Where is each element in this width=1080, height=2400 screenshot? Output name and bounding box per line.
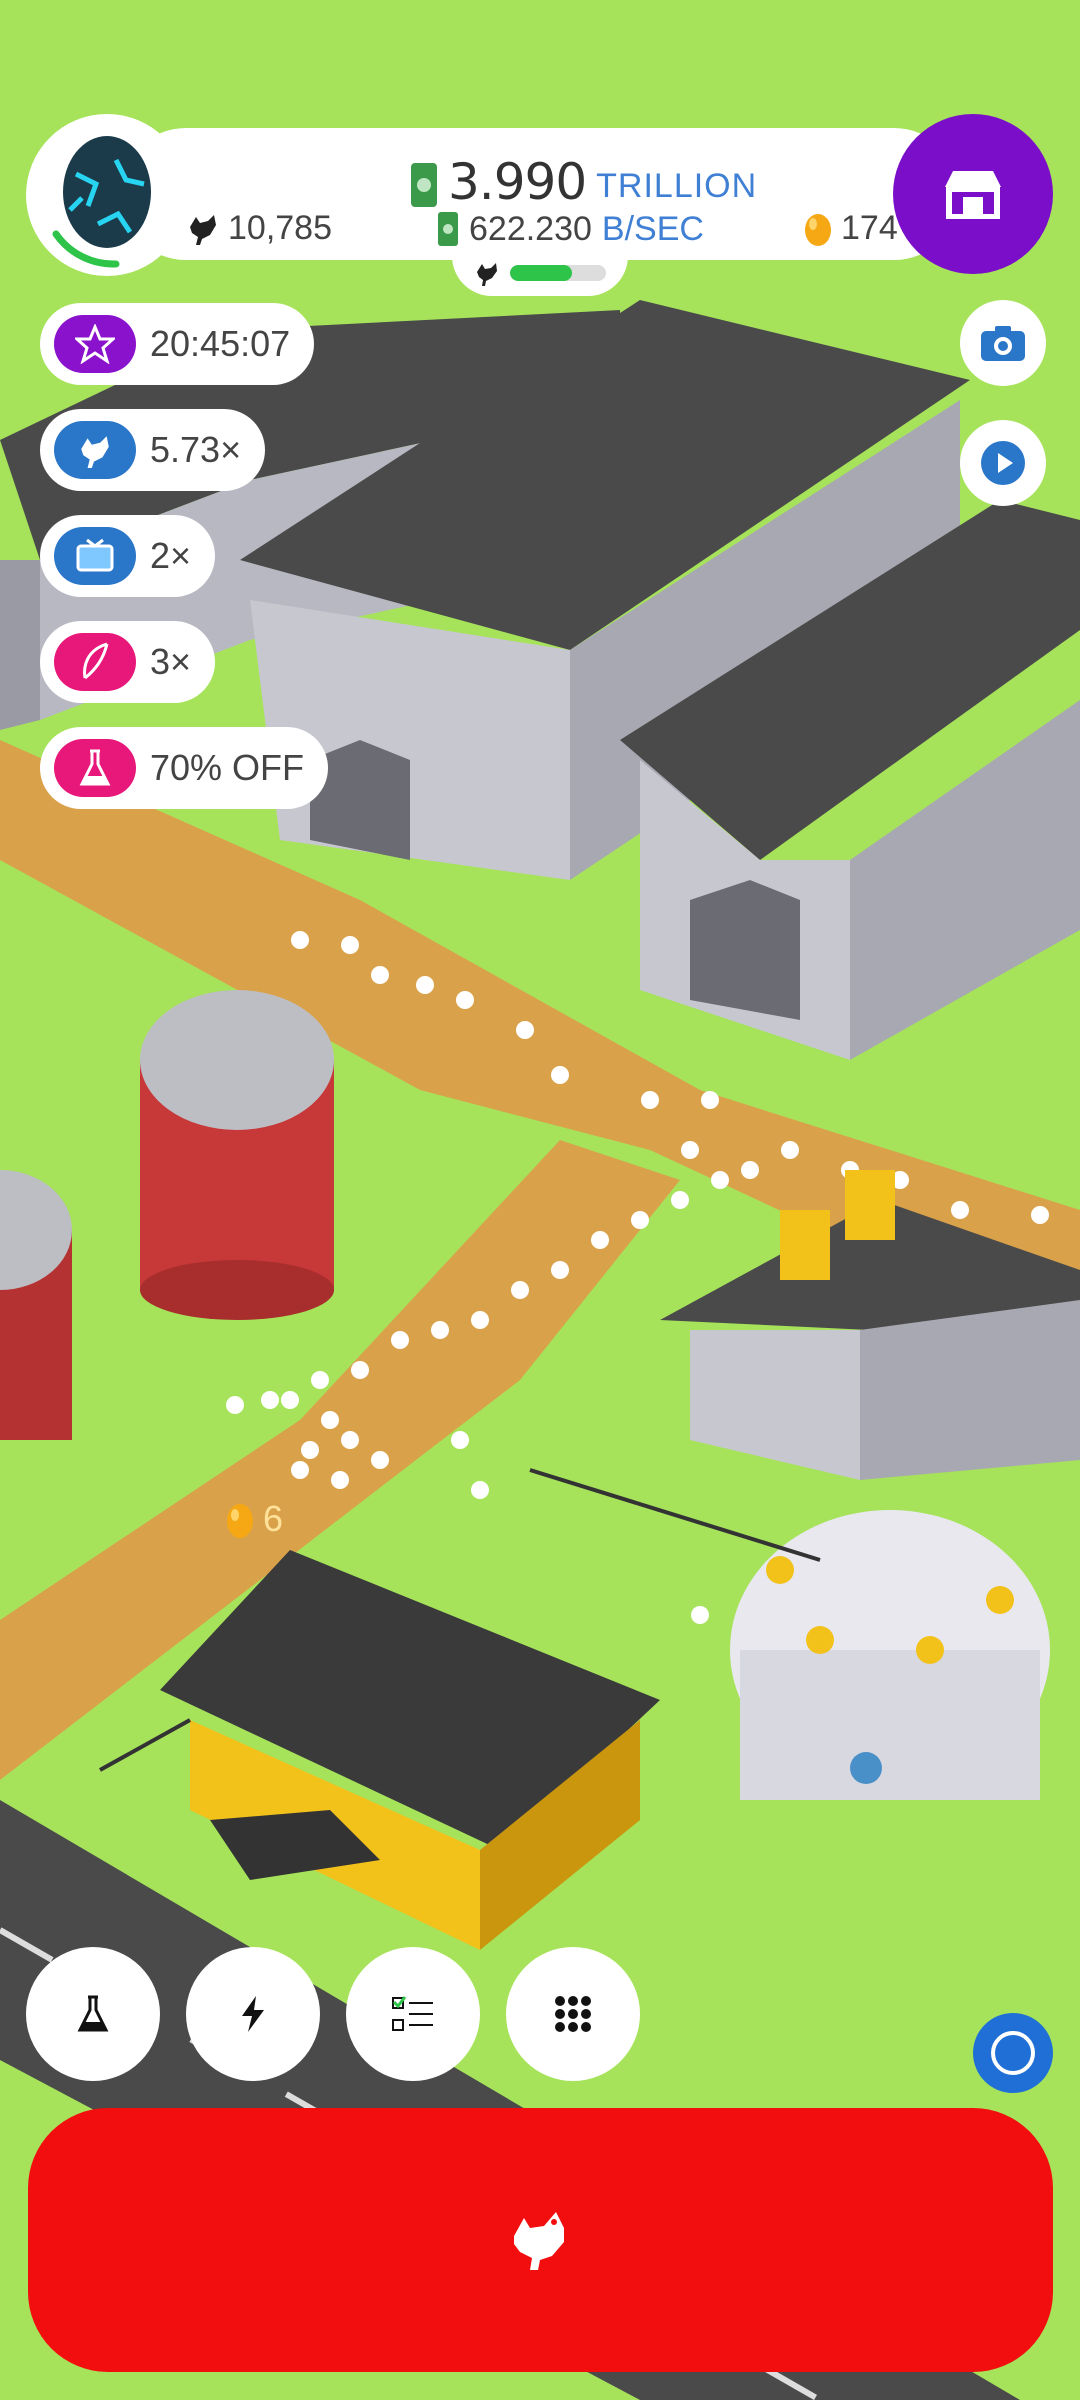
chicken-count: 10,785 — [186, 206, 332, 250]
yellow-house — [160, 1550, 660, 1950]
boost-video-multiplier[interactable]: 2× — [40, 515, 216, 597]
silo-left — [0, 1170, 72, 1440]
hatch-chicken-button[interactable] — [28, 2108, 1053, 2372]
boost-research-discount[interactable]: 70% OFF — [40, 727, 329, 809]
boost-video-multiplier-value: 2× — [150, 535, 192, 576]
hatchery-capacity-indicator — [452, 250, 628, 296]
play-icon — [981, 441, 1025, 485]
research-button[interactable] — [26, 1947, 160, 2081]
income-rate: 622.230 B/SEC — [437, 207, 704, 251]
star-icon — [54, 315, 136, 373]
chicken-icon — [54, 421, 136, 479]
money-value: 3.990 — [448, 153, 587, 211]
research-flask-icon — [77, 1995, 109, 2032]
boost-timer-value: 20:45:07 — [150, 323, 291, 364]
egg-icon — [52, 136, 151, 268]
income-rate-unit: B/SEC — [601, 209, 704, 248]
golden-egg-icon — [227, 1504, 253, 1538]
boost-timer[interactable]: 20:45:07 — [40, 303, 315, 385]
cash-icon — [438, 212, 458, 246]
golden-egg-icon — [805, 214, 831, 246]
cash-icon — [411, 163, 437, 207]
quill-icon — [54, 633, 136, 691]
money-display: 3.990 TRILLION — [410, 148, 757, 208]
camera-icon — [981, 326, 1025, 361]
boost-lightning-icon — [242, 1996, 264, 2032]
menu-grid-icon — [555, 1996, 591, 2032]
chicken-icon — [477, 263, 497, 286]
golden-egg-count-value: 174 — [841, 208, 898, 247]
shop-icon — [945, 171, 1001, 219]
assistant-bubble[interactable] — [973, 2013, 1053, 2093]
circle-icon — [991, 2031, 1035, 2075]
boost-quill-multiplier[interactable]: 3× — [40, 621, 216, 703]
chicken-icon — [513, 2212, 564, 2270]
floating-golden-egg[interactable]: 6 — [225, 1498, 283, 1540]
floating-golden-egg-value: 6 — [263, 1498, 284, 1539]
boost-research-discount-value: 70% OFF — [150, 747, 305, 788]
missions-button[interactable] — [346, 1947, 480, 2081]
money-unit: TRILLION — [596, 167, 758, 205]
boost-chicken-multiplier[interactable]: 5.73× — [40, 409, 266, 491]
menu-button[interactable] — [506, 1947, 640, 2081]
missions-checklist-icon — [392, 1996, 433, 2031]
boost-chicken-multiplier-value: 5.73× — [150, 429, 242, 470]
tv-icon — [54, 527, 136, 585]
hatchery-progress-fill — [510, 265, 573, 281]
income-rate-value: 622.230 — [469, 209, 592, 248]
flask-icon — [54, 739, 136, 797]
shop-button[interactable] — [893, 114, 1053, 274]
silo-right — [140, 990, 334, 1320]
video-reward-button[interactable] — [960, 420, 1046, 506]
camera-button[interactable] — [960, 300, 1046, 386]
chicken-count-value: 10,785 — [228, 208, 332, 247]
golden-egg-count: 174 — [803, 206, 898, 250]
hatchery-dome — [730, 1510, 1050, 1800]
egg-avatar-button[interactable] — [26, 114, 188, 276]
boosts-button[interactable] — [186, 1947, 320, 2081]
hatchery-progress-bar — [510, 265, 606, 281]
chicken-icon — [190, 215, 216, 245]
boost-quill-multiplier-value: 3× — [150, 641, 192, 682]
